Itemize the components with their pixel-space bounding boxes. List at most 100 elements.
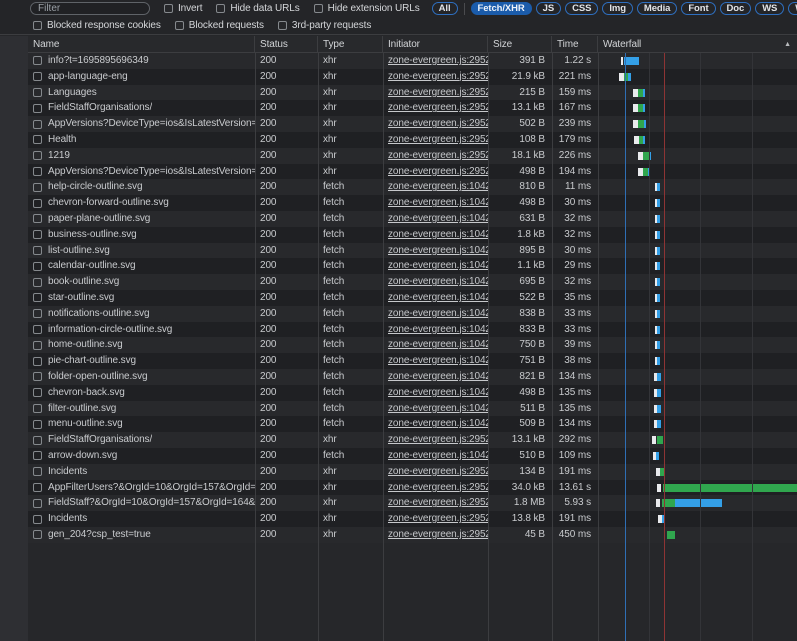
checkbox-hide-data-urls[interactable]: Hide data URLs [216, 3, 299, 14]
column-header-type[interactable]: Type [318, 36, 383, 53]
initiator-link[interactable]: zone-evergreen.js:2952 [388, 497, 488, 508]
row-checkbox[interactable] [33, 341, 42, 350]
column-header-status[interactable]: Status [255, 36, 318, 53]
row-checkbox[interactable] [33, 104, 42, 113]
waterfall-cell[interactable] [598, 306, 797, 322]
filter-pill-css[interactable]: CSS [565, 2, 598, 15]
row-checkbox[interactable] [33, 135, 42, 144]
row-checkbox[interactable] [33, 357, 42, 366]
request-name-cell[interactable]: help-circle-outline.svg [28, 179, 255, 195]
table-row[interactable]: app-language-eng200xhrzone-evergreen.js:… [28, 69, 797, 85]
waterfall-cell[interactable] [598, 85, 797, 101]
table-row[interactable]: Incidents200xhrzone-evergreen.js:2952134… [28, 464, 797, 480]
waterfall-cell[interactable] [598, 243, 797, 259]
table-row[interactable]: Languages200xhrzone-evergreen.js:2952215… [28, 85, 797, 101]
checkbox-invert[interactable]: Invert [164, 3, 202, 14]
table-row[interactable]: list-outline.svg200fetchzone-evergreen.j… [28, 243, 797, 259]
waterfall-cell[interactable] [598, 195, 797, 211]
row-checkbox[interactable] [33, 404, 42, 413]
table-row[interactable]: business-outline.svg200fetchzone-evergre… [28, 227, 797, 243]
checkbox-icon[interactable] [33, 21, 42, 30]
waterfall-cell[interactable] [598, 432, 797, 448]
initiator-link[interactable]: zone-evergreen.js:1042 [388, 339, 488, 350]
waterfall-cell[interactable] [598, 116, 797, 132]
request-name-cell[interactable]: home-outline.svg [28, 337, 255, 353]
request-name-cell[interactable]: list-outline.svg [28, 243, 255, 259]
filter-pill-ws[interactable]: WS [755, 2, 784, 15]
table-row[interactable]: Health200xhrzone-evergreen.js:2952108 B1… [28, 132, 797, 148]
column-header-size[interactable]: Size [488, 36, 552, 53]
table-row[interactable]: FieldStaffOrganisations/200xhrzone-everg… [28, 100, 797, 116]
initiator-link[interactable]: zone-evergreen.js:2952 [388, 55, 488, 66]
request-name-cell[interactable]: gen_204?csp_test=true [28, 527, 255, 543]
table-row[interactable]: 1219200xhrzone-evergreen.js:295218.1 kB2… [28, 148, 797, 164]
initiator-link[interactable]: zone-evergreen.js:1042 [388, 387, 488, 398]
row-checkbox[interactable] [33, 499, 42, 508]
filter-pill-wasm[interactable]: Wasm [788, 2, 797, 15]
initiator-link[interactable]: zone-evergreen.js:1042 [388, 197, 488, 208]
table-row[interactable]: AppVersions?DeviceType=ios&IsLatestVersi… [28, 164, 797, 180]
request-name-cell[interactable]: 1219 [28, 148, 255, 164]
request-name-cell[interactable]: arrow-down.svg [28, 448, 255, 464]
table-row[interactable]: star-outline.svg200fetchzone-evergreen.j… [28, 290, 797, 306]
request-name-cell[interactable]: calendar-outline.svg [28, 258, 255, 274]
row-checkbox[interactable] [33, 56, 42, 65]
checkbox-icon[interactable] [314, 4, 323, 13]
row-checkbox[interactable] [33, 72, 42, 81]
request-name-cell[interactable]: FieldStaff?&OrgId=10&OrgId=157&OrgId=164… [28, 495, 255, 511]
checkbox-3rd-party-requests[interactable]: 3rd-party requests [278, 20, 371, 31]
request-name-cell[interactable]: chevron-back.svg [28, 385, 255, 401]
initiator-link[interactable]: zone-evergreen.js:2952 [388, 166, 488, 177]
filter-input[interactable] [30, 2, 150, 15]
table-row[interactable]: notifications-outline.svg200fetchzone-ev… [28, 306, 797, 322]
request-name-cell[interactable]: info?t=1695895696349 [28, 53, 255, 69]
checkbox-icon[interactable] [164, 4, 173, 13]
waterfall-cell[interactable] [598, 53, 797, 69]
initiator-link[interactable]: zone-evergreen.js:1042 [388, 260, 488, 271]
row-checkbox[interactable] [33, 199, 42, 208]
initiator-link[interactable]: zone-evergreen.js:1042 [388, 245, 488, 256]
filter-pill-img[interactable]: Img [602, 2, 633, 15]
initiator-link[interactable]: zone-evergreen.js:1042 [388, 213, 488, 224]
request-name-cell[interactable]: paper-plane-outline.svg [28, 211, 255, 227]
table-row[interactable]: folder-open-outline.svg200fetchzone-ever… [28, 369, 797, 385]
initiator-link[interactable]: zone-evergreen.js:1042 [388, 403, 488, 414]
initiator-link[interactable]: zone-evergreen.js:2952 [388, 118, 488, 129]
initiator-link[interactable]: zone-evergreen.js:2952 [388, 134, 488, 145]
waterfall-cell[interactable] [598, 448, 797, 464]
initiator-link[interactable]: zone-evergreen.js:1042 [388, 450, 488, 461]
waterfall-cell[interactable] [598, 353, 797, 369]
checkbox-icon[interactable] [216, 4, 225, 13]
checkbox-hide-extension-urls[interactable]: Hide extension URLs [314, 3, 420, 14]
sort-ascending-icon[interactable]: ▲ [784, 36, 791, 53]
initiator-link[interactable]: zone-evergreen.js:1042 [388, 324, 488, 335]
row-checkbox[interactable] [33, 451, 42, 460]
table-row[interactable]: AppFilterUsers?&OrgId=10&OrgId=157&OrgId… [28, 480, 797, 496]
table-row[interactable]: FieldStaffOrganisations/200xhrzone-everg… [28, 432, 797, 448]
waterfall-cell[interactable] [598, 132, 797, 148]
waterfall-cell[interactable] [598, 274, 797, 290]
filter-pill-all[interactable]: All [432, 2, 458, 15]
table-row[interactable]: calendar-outline.svg200fetchzone-evergre… [28, 258, 797, 274]
initiator-link[interactable]: zone-evergreen.js:1042 [388, 181, 488, 192]
initiator-link[interactable]: zone-evergreen.js:1042 [388, 308, 488, 319]
waterfall-cell[interactable] [598, 164, 797, 180]
row-checkbox[interactable] [33, 372, 42, 381]
table-row[interactable]: info?t=1695895696349200xhrzone-evergreen… [28, 53, 797, 69]
request-name-cell[interactable]: book-outline.svg [28, 274, 255, 290]
table-row[interactable]: AppVersions?DeviceType=ios&IsLatestVersi… [28, 116, 797, 132]
request-name-cell[interactable]: AppVersions?DeviceType=ios&IsLatestVersi… [28, 164, 255, 180]
table-row[interactable]: gen_204?csp_test=true200xhrzone-evergree… [28, 527, 797, 543]
table-row[interactable]: FieldStaff?&OrgId=10&OrgId=157&OrgId=164… [28, 495, 797, 511]
filter-pill-media[interactable]: Media [637, 2, 677, 15]
row-checkbox[interactable] [33, 88, 42, 97]
request-name-cell[interactable]: FieldStaffOrganisations/ [28, 432, 255, 448]
checkbox-icon[interactable] [175, 21, 184, 30]
table-row[interactable]: arrow-down.svg200fetchzone-evergreen.js:… [28, 448, 797, 464]
table-row[interactable]: chevron-forward-outline.svg200fetchzone-… [28, 195, 797, 211]
row-checkbox[interactable] [33, 167, 42, 176]
initiator-link[interactable]: zone-evergreen.js:2952 [388, 434, 488, 445]
initiator-link[interactable]: zone-evergreen.js:2952 [388, 482, 488, 493]
table-row[interactable]: information-circle-outline.svg200fetchzo… [28, 322, 797, 338]
initiator-link[interactable]: zone-evergreen.js:1042 [388, 371, 488, 382]
